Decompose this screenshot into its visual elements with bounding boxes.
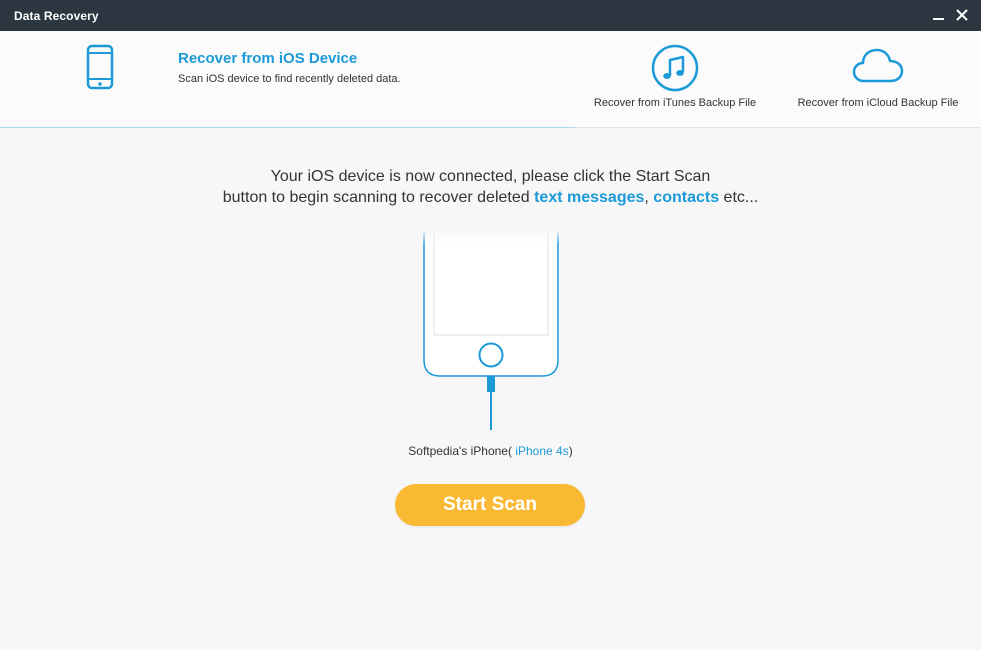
minimize-icon[interactable]	[928, 4, 950, 26]
tab-icloud-label: Recover from iCloud Backup File	[797, 97, 959, 109]
start-scan-button[interactable]: Start Scan	[395, 484, 585, 526]
window-title: Data Recovery	[14, 9, 99, 23]
message-line-2: button to begin scanning to recover dele…	[0, 187, 981, 208]
tab-subtitle: Scan iOS device to find recently deleted…	[178, 73, 401, 85]
phone-icon	[86, 44, 114, 95]
close-icon[interactable]	[951, 4, 973, 26]
itunes-music-icon	[650, 43, 700, 98]
tab-recover-itunes-backup[interactable]: Recover from iTunes Backup File	[590, 31, 760, 127]
title-bar: Data Recovery	[0, 0, 981, 31]
icloud-icon	[851, 45, 905, 90]
device-model: iPhone 4s	[515, 444, 569, 458]
connection-message: Your iOS device is now connected, please…	[0, 166, 981, 208]
message-line-1: Your iOS device is now connected, please…	[270, 168, 711, 185]
iphone-illustration	[420, 229, 562, 440]
mode-header: Recover from iOS Device Scan iOS device …	[0, 31, 981, 128]
tab-itunes-label: Recover from iTunes Backup File	[593, 97, 757, 109]
tab-recover-ios-device[interactable]: Recover from iOS Device Scan iOS device …	[0, 31, 575, 128]
tab-title: Recover from iOS Device	[178, 50, 358, 67]
message-separator: ,	[644, 189, 649, 206]
device-owner: Softpedia's iPhone(	[408, 444, 512, 458]
device-name: Softpedia's iPhone( iPhone 4s)	[0, 444, 981, 458]
contacts-link[interactable]: contacts	[653, 189, 719, 206]
device-close-paren: )	[568, 444, 573, 458]
text-messages-link[interactable]: text messages	[534, 189, 644, 206]
message-prefix: button to begin scanning to recover dele…	[222, 189, 530, 206]
message-suffix: etc...	[723, 189, 759, 206]
tab-recover-icloud-backup[interactable]: Recover from iCloud Backup File	[795, 31, 961, 127]
